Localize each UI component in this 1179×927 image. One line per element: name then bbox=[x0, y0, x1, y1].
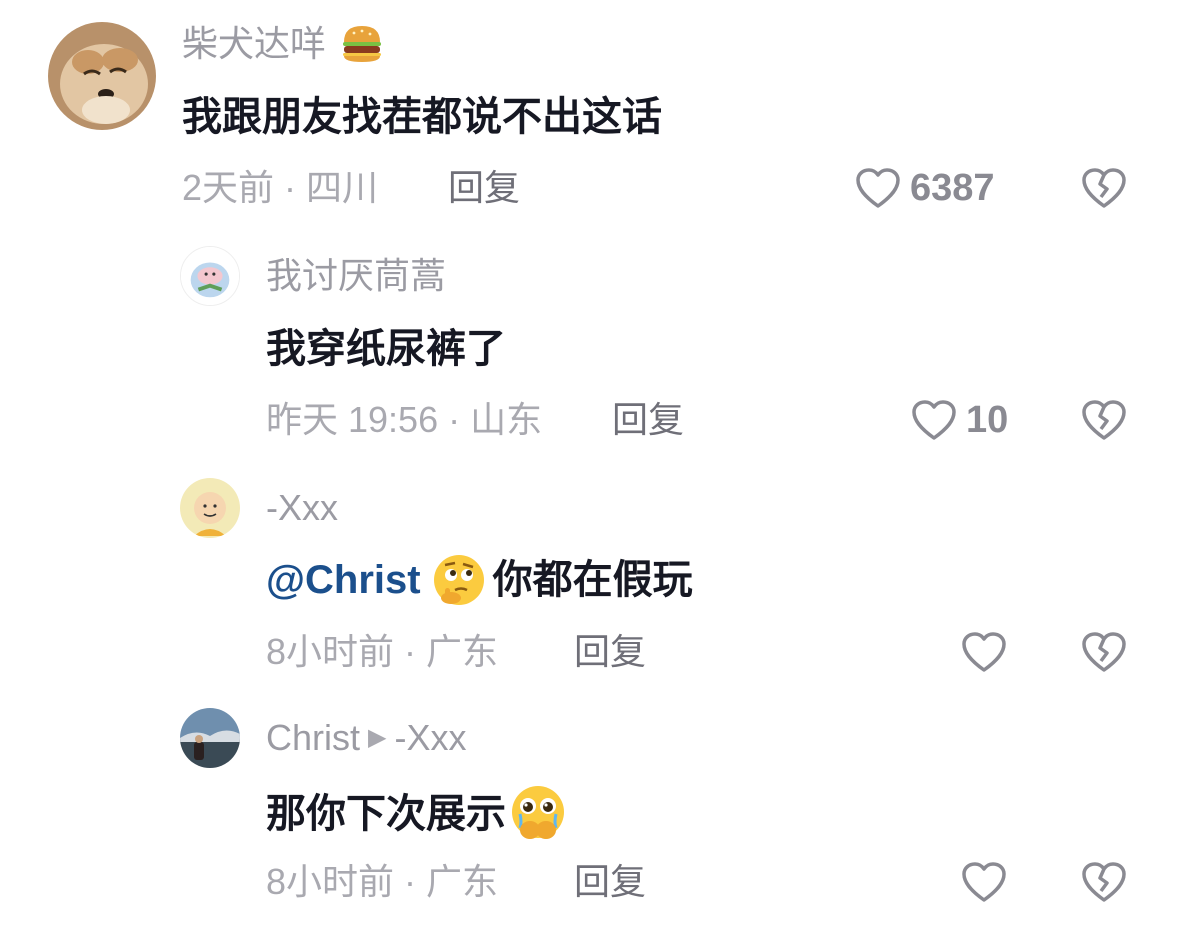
like-count: 6387 bbox=[910, 167, 995, 209]
username-text: -Xxx bbox=[266, 487, 338, 528]
username-text: 我讨厌茼蒿 bbox=[266, 255, 447, 296]
comment-time-location: 昨天 19:56 · 山东 bbox=[266, 399, 543, 440]
dislike-button[interactable] bbox=[1080, 860, 1128, 904]
like-button[interactable] bbox=[960, 630, 1016, 674]
avatar[interactable] bbox=[180, 246, 240, 306]
comment-username[interactable]: -Xxx bbox=[266, 486, 338, 530]
thinking-face-icon bbox=[431, 552, 487, 608]
comment-time-location: 2天前 · 四川 bbox=[182, 167, 379, 208]
comment-text-content: 那你下次展示 bbox=[266, 792, 506, 836]
comment-text: @Christ 你都在假玩 bbox=[266, 552, 693, 608]
broken-heart-icon bbox=[1080, 860, 1128, 904]
reply-button[interactable]: 回复 bbox=[612, 398, 684, 442]
dislike-button[interactable] bbox=[1080, 630, 1128, 674]
comment-text: 我穿纸尿裤了 bbox=[266, 324, 506, 374]
reply-to-username[interactable]: -Xxx bbox=[394, 716, 466, 760]
heart-icon bbox=[854, 166, 902, 210]
comment-text-content: 我跟朋友找茬都说不出这话 bbox=[182, 95, 662, 139]
comment-time-location: 8小时前 · 广东 bbox=[266, 861, 499, 902]
reply-button[interactable]: 回复 bbox=[574, 630, 646, 674]
comment-text-content: 你都在假玩 bbox=[492, 558, 693, 602]
mention-link[interactable]: @Christ bbox=[266, 555, 421, 605]
play-arrow-icon: ▶ bbox=[368, 724, 387, 751]
username-text: 柴犬达咩 bbox=[182, 23, 327, 64]
comment-time-location: 8小时前 · 广东 bbox=[266, 631, 499, 672]
broken-heart-icon bbox=[1080, 630, 1128, 674]
dislike-button[interactable] bbox=[1080, 398, 1128, 442]
avatar[interactable] bbox=[180, 478, 240, 538]
comment-username[interactable]: 我讨厌茼蒿 bbox=[266, 254, 446, 298]
heart-icon bbox=[960, 630, 1008, 674]
like-count: 10 bbox=[966, 399, 1009, 441]
avatar[interactable] bbox=[180, 708, 240, 768]
reply-button[interactable]: 回复 bbox=[448, 166, 520, 210]
comment-meta: 2天前 · 四川 bbox=[182, 166, 378, 210]
comment-meta: 8小时前 · 广东 bbox=[266, 860, 498, 904]
comment-text: 我跟朋友找茬都说不出这话 bbox=[182, 92, 662, 142]
comment-username[interactable]: 柴犬达咩 bbox=[182, 22, 390, 66]
comment-meta: 8小时前 · 广东 bbox=[266, 630, 498, 674]
broken-heart-icon bbox=[1080, 398, 1128, 442]
hamburger-icon bbox=[340, 22, 384, 66]
like-button[interactable]: 10 bbox=[910, 398, 1008, 442]
comment-text-content: 我穿纸尿裤了 bbox=[266, 327, 506, 371]
heart-icon bbox=[910, 398, 958, 442]
reply-button[interactable]: 回复 bbox=[574, 860, 646, 904]
holding-back-tears-icon bbox=[508, 784, 568, 844]
avatar[interactable] bbox=[48, 22, 156, 130]
like-button[interactable] bbox=[960, 860, 1016, 904]
dislike-button[interactable] bbox=[1080, 166, 1128, 210]
comment-meta: 昨天 19:56 · 山东 bbox=[266, 398, 542, 442]
heart-icon bbox=[960, 860, 1008, 904]
comment-text: 那你下次展示 bbox=[266, 784, 574, 844]
comment-username[interactable]: Christ ▶ -Xxx bbox=[266, 716, 466, 760]
like-button[interactable]: 6387 bbox=[854, 166, 995, 210]
username-text: Christ bbox=[266, 717, 361, 758]
broken-heart-icon bbox=[1080, 166, 1128, 210]
